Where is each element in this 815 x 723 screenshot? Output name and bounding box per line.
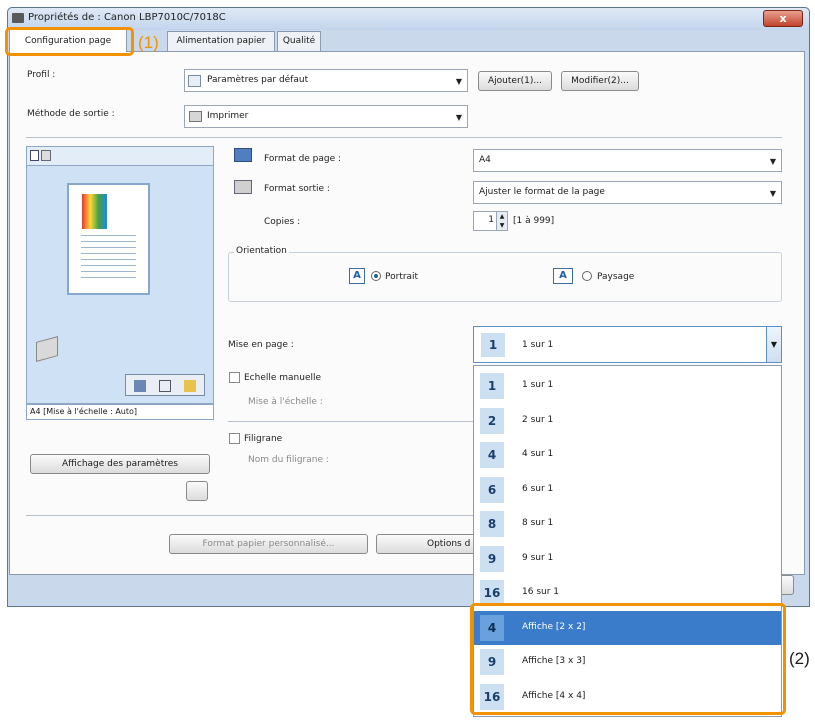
layout-value: 1 sur 1 <box>522 340 554 350</box>
add-profile-button[interactable]: Ajouter(1)... <box>478 71 552 91</box>
preview-status: A4 [Mise à l'échelle : Auto] <box>26 404 214 420</box>
scale-label: Mise à l'échelle : <box>248 397 323 407</box>
landscape-icon: A <box>553 268 573 284</box>
page-size-value: A4 <box>479 155 491 165</box>
output-size-label: Format sortie : <box>264 184 330 194</box>
settings-icon[interactable] <box>186 481 208 501</box>
page-icon <box>159 380 171 392</box>
chevron-down-icon[interactable]: ▼ <box>766 327 781 362</box>
profile-value: Paramètres par défaut <box>207 75 309 85</box>
tab-qualite[interactable]: Qualité <box>277 31 321 51</box>
copies-stepper[interactable]: 1 ▲ ▼ <box>473 211 508 231</box>
copies-label: Copies : <box>264 217 301 227</box>
preview-image <box>82 194 107 229</box>
show-settings-button[interactable]: Affichage des paramètres <box>30 454 210 474</box>
manual-scale-label[interactable]: Echelle manuelle <box>244 373 321 383</box>
layout-option[interactable]: 1 1 sur 1 <box>474 369 781 403</box>
layout-option-number: 9 <box>480 545 504 572</box>
page-view-icon[interactable] <box>30 150 39 161</box>
divider <box>228 421 473 422</box>
layout-option[interactable]: 8 8 sur 1 <box>474 507 781 541</box>
watermark-label[interactable]: Filigrane <box>244 434 282 444</box>
landscape-label[interactable]: Paysage <box>597 272 634 282</box>
layout-option-number: 8 <box>480 511 504 537</box>
profile-select[interactable]: Paramètres par défaut ▼ <box>184 69 468 92</box>
tab-alimentation-papier[interactable]: Alimentation papier <box>167 31 275 51</box>
layout-option-label: 8 sur 1 <box>522 518 554 528</box>
copies-value: 1 <box>488 215 494 225</box>
custom-paper-size-button[interactable]: Format papier personnalisé... <box>169 534 368 554</box>
landscape-radio[interactable] <box>582 271 592 281</box>
layout-option-label: 6 sur 1 <box>522 483 554 494</box>
orientation-title: Orientation <box>234 246 289 256</box>
highlight-tab <box>5 27 134 56</box>
layout-option-label: 4 sur 1 <box>522 449 554 459</box>
watermark-name-label: Nom du filigrane : <box>248 455 329 465</box>
layout-option-number: 4 <box>480 442 504 468</box>
layout-option[interactable]: 2 2 sur 1 <box>474 404 781 438</box>
portrait-radio[interactable] <box>371 271 381 281</box>
manual-scale-checkbox[interactable] <box>229 372 240 383</box>
staple-icon <box>134 380 146 392</box>
layout-option-label: 9 sur 1 <box>522 552 554 563</box>
layout-label: Mise en page : <box>228 340 294 350</box>
layout-num-icon: 1 <box>481 333 505 357</box>
chevron-down-icon: ▼ <box>455 77 462 86</box>
layout-option[interactable]: 4 4 sur 1 <box>474 438 781 472</box>
output-size-select[interactable]: Ajuster le format de la page ▼ <box>473 181 782 204</box>
chevron-down-icon: ▼ <box>769 189 776 198</box>
edit-profile-button[interactable]: Modifier(2)... <box>561 71 639 91</box>
layout-option-label: 1 sur 1 <box>522 380 554 390</box>
profile-label: Profil : <box>27 70 56 80</box>
layout-select[interactable]: 1 1 sur 1 ▼ <box>473 326 782 363</box>
close-button[interactable]: x <box>763 10 803 27</box>
watermark-checkbox[interactable] <box>229 433 240 444</box>
highlight-poster-options <box>470 603 786 715</box>
page-size-label: Format de page : <box>264 154 342 164</box>
layout-option-number: 6 <box>480 476 504 503</box>
page-size-select[interactable]: A4 ▼ <box>473 149 782 172</box>
window-title: Propriétés de : Canon LBP7010C/7018C <box>28 12 226 23</box>
layout-option[interactable]: 6 6 sur 1 <box>474 473 781 507</box>
callout-marker-1: (1) <box>138 33 159 52</box>
layout-option-label: 16 sur 1 <box>522 587 559 597</box>
chevron-down-icon: ▼ <box>769 157 776 166</box>
layout-option-number: 2 <box>480 407 504 434</box>
callout-marker-2: (2) <box>789 649 810 668</box>
printer-view-icon[interactable] <box>41 150 51 161</box>
copies-range: [1 à 999] <box>513 216 555 226</box>
stepper-arrows-icon[interactable]: ▲ ▼ <box>496 212 507 230</box>
preview-toolbar <box>26 146 214 166</box>
portrait-icon: A <box>349 268 365 284</box>
layout-option[interactable]: 9 9 sur 1 <box>474 542 781 576</box>
preview-paper <box>67 183 150 295</box>
output-size-icon <box>234 180 252 194</box>
layout-option-number: 1 <box>480 373 504 399</box>
divider <box>26 515 474 516</box>
page-size-icon <box>234 148 252 162</box>
layout-option-label: 2 sur 1 <box>522 414 554 425</box>
profile-icon <box>188 75 201 87</box>
printer-icon <box>189 111 202 122</box>
color-icon <box>184 380 196 392</box>
page-options-button[interactable]: Options d <box>376 534 486 554</box>
output-method-value: Imprimer <box>207 111 249 121</box>
output-size-value: Ajuster le format de la page <box>479 187 605 197</box>
finishing-icons[interactable] <box>125 374 205 396</box>
output-method-select[interactable]: Imprimer ▼ <box>184 105 468 128</box>
output-method-label: Méthode de sortie : <box>27 109 115 119</box>
portrait-label[interactable]: Portrait <box>385 272 418 282</box>
printer-icon <box>12 13 24 23</box>
divider <box>26 137 782 138</box>
chevron-down-icon: ▼ <box>455 113 462 122</box>
orientation-group <box>228 252 782 302</box>
